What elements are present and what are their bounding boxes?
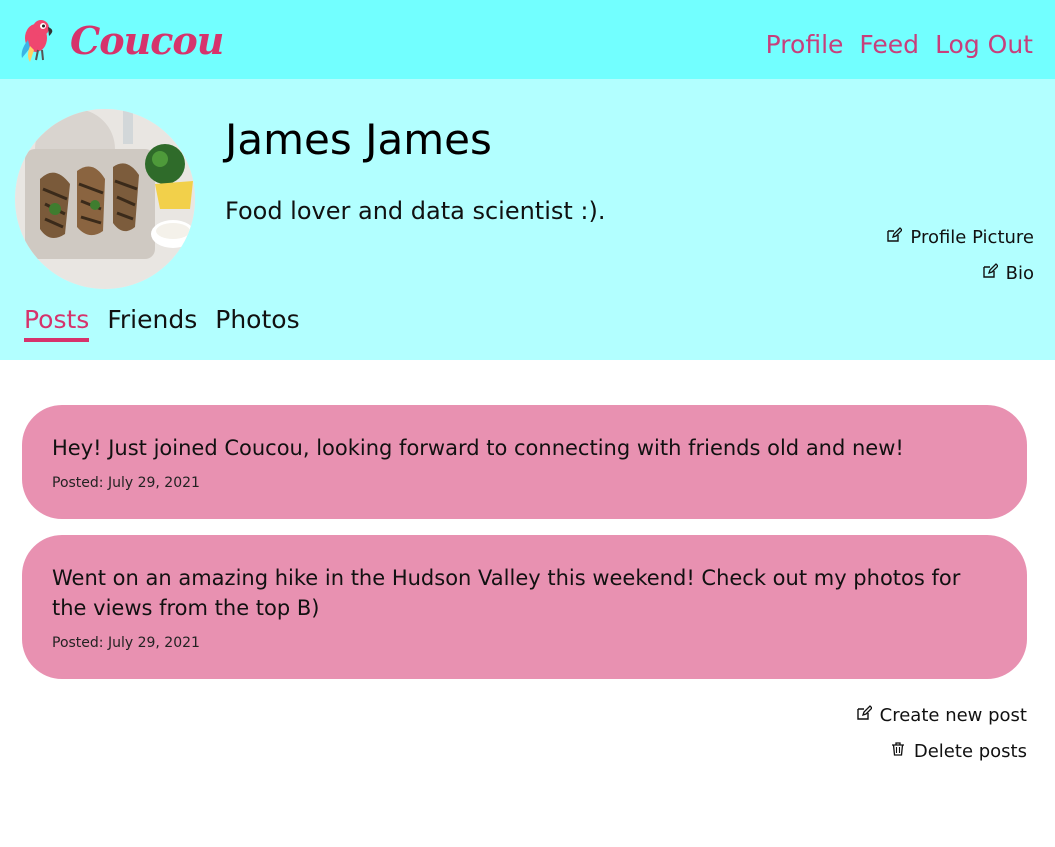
edit-bio-link[interactable]: Bio [886,255,1034,291]
nav-logout-link[interactable]: Log Out [935,30,1033,59]
tab-photos[interactable]: Photos [215,305,299,342]
parrot-logo-icon [16,16,56,66]
post-card: Hey! Just joined Coucou, looking forward… [22,405,1027,519]
post-text: Went on an amazing hike in the Hudson Va… [52,566,961,620]
tab-posts[interactable]: Posts [24,305,90,342]
brand[interactable]: Coucou [16,16,224,66]
create-post-button[interactable]: Create new post [856,697,1027,733]
delete-posts-button[interactable]: Delete posts [856,733,1027,769]
profile-bio: Food lover and data scientist :). [225,197,606,225]
post-date: Posted: July 29, 2021 [52,475,200,491]
posts-list: Hey! Just joined Coucou, looking forward… [22,405,1027,695]
post-date: Posted: July 29, 2021 [52,635,200,651]
edit-profile-picture-link[interactable]: Profile Picture [886,219,1034,255]
navbar: Coucou Profile Feed Log Out [0,0,1055,79]
edit-bio-label[interactable]: Bio [1006,263,1034,284]
avatar [15,109,195,289]
create-post-label[interactable]: Create new post [880,705,1027,726]
edit-icon [886,226,904,248]
profile-name: James James [225,115,492,164]
profile-header: James James Food lover and data scientis… [0,79,1055,360]
tab-friends[interactable]: Friends [107,305,197,342]
nav-feed-link[interactable]: Feed [859,30,919,59]
profile-tabs: Posts Friends Photos [24,305,300,342]
post-text: Hey! Just joined Coucou, looking forward… [52,436,904,460]
edit-icon [982,262,999,284]
post-card: Went on an amazing hike in the Hudson Va… [22,535,1027,679]
edit-icon [856,704,873,726]
trash-icon [890,741,906,762]
nav-profile-link[interactable]: Profile [766,30,844,59]
delete-posts-label[interactable]: Delete posts [914,741,1027,762]
brand-name[interactable]: Coucou [70,18,224,64]
edit-profile-picture-label[interactable]: Profile Picture [910,227,1034,248]
